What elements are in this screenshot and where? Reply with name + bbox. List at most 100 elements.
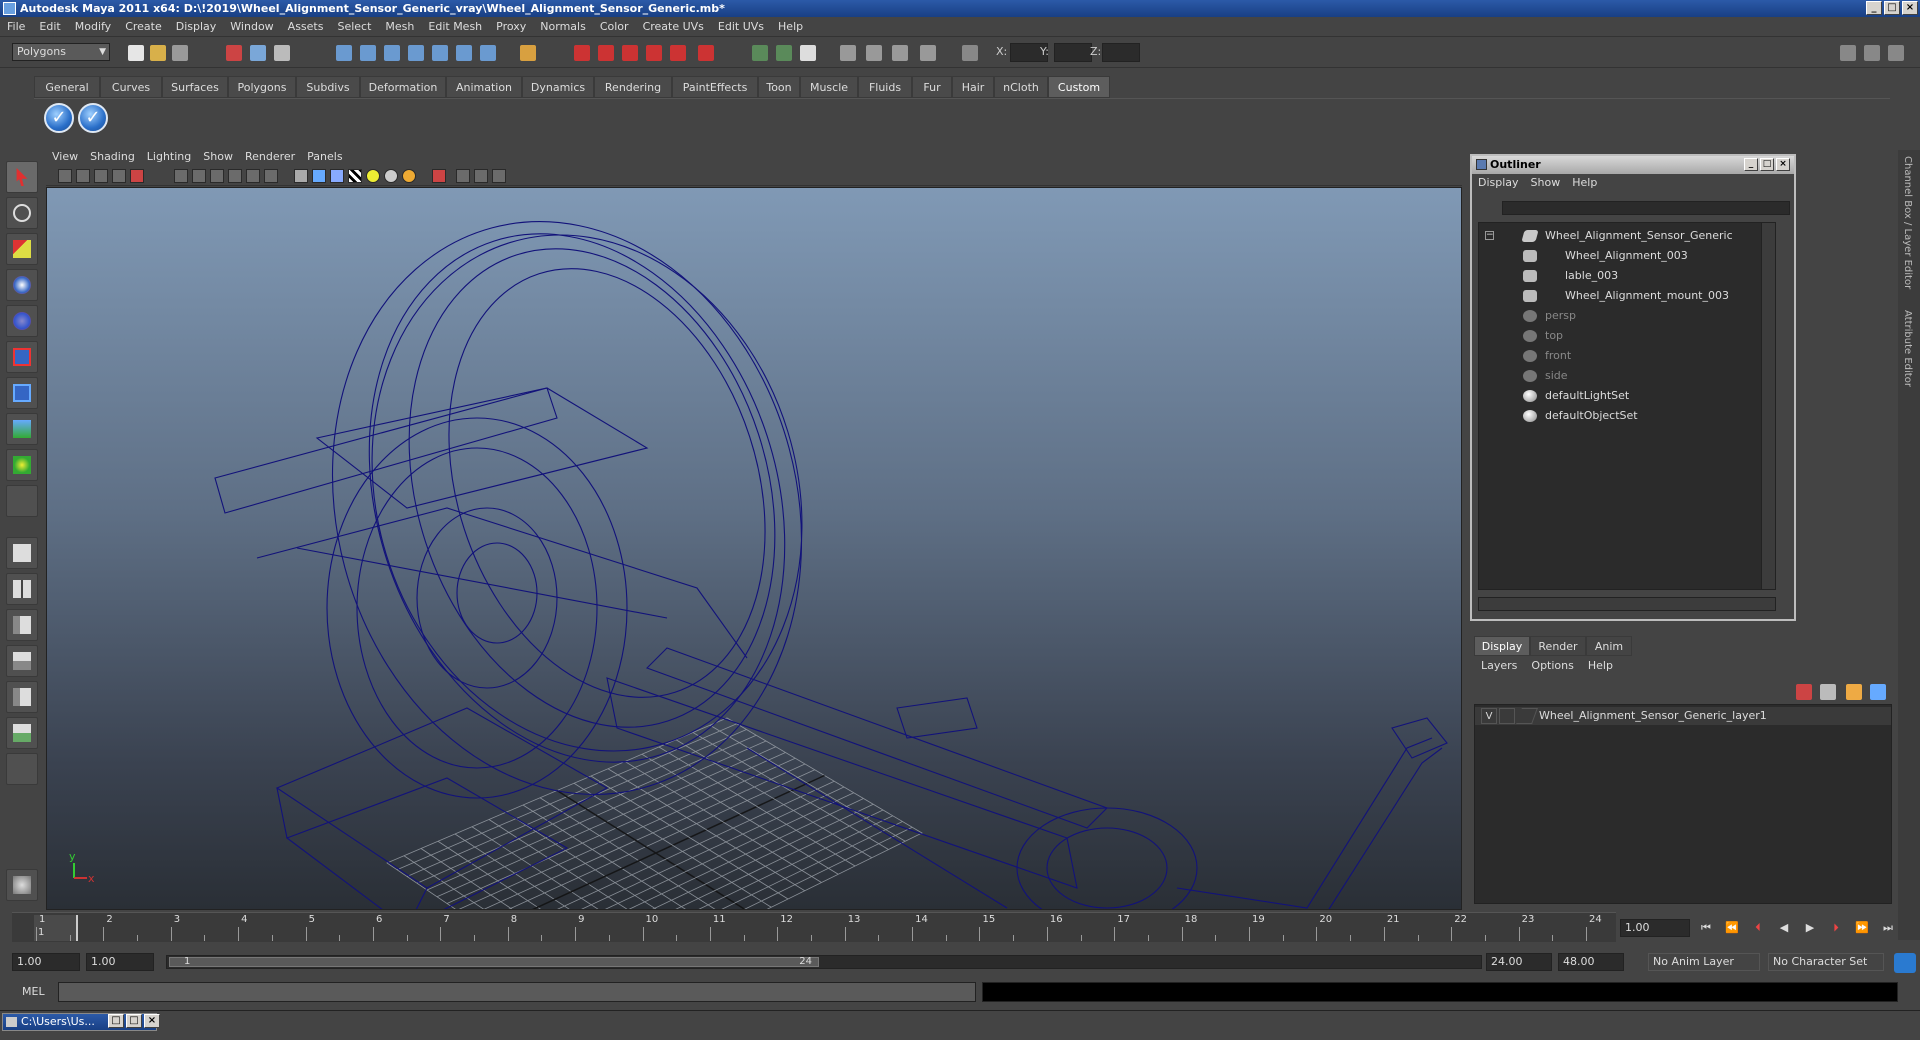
grid-toggle-icon[interactable] [130,169,144,183]
snap-point-icon[interactable] [384,45,400,61]
select-component-icon[interactable] [274,45,290,61]
outliner-item[interactable]: Wheel_Alignment_003 [1479,247,1749,265]
all-lights-icon[interactable] [384,169,398,183]
layout-graph-editor[interactable] [6,645,38,677]
shelf-tab-toon[interactable]: Toon [758,76,800,98]
channel-box-tab[interactable]: Channel Box / Layer Editor [1902,156,1913,289]
layer-tab-display[interactable]: Display [1474,636,1530,656]
resolution-gate-icon[interactable] [192,169,206,183]
shelf-tab-fluids[interactable]: Fluids [858,76,912,98]
shadows-icon[interactable] [402,169,416,183]
custom-shelf-checkmark-button-1[interactable]: ✓ [44,103,74,133]
menu-mesh[interactable]: Mesh [378,17,421,37]
shelf-tab-surfaces[interactable]: Surfaces [162,76,228,98]
modeling-toolkit-icon[interactable] [920,45,936,61]
viewport-menu-view[interactable]: View [46,148,84,166]
soft-modification-tool[interactable] [6,413,38,445]
custom-shelf-checkmark-button-2[interactable]: ✓ [78,103,108,133]
select-hierarchy-icon[interactable] [226,45,242,61]
image-plane-icon[interactable] [112,169,126,183]
shelf-tab-hair[interactable]: Hair [952,76,994,98]
wheel-alignment-sensor-wireframe[interactable] [214,188,1448,910]
range-slider-thumb[interactable]: 1 24 [169,956,819,967]
bookmark-icon[interactable] [94,169,108,183]
outliner-item[interactable]: persp [1479,307,1749,325]
layer-editor-toggle-icon[interactable] [892,45,908,61]
menu-set-dropdown[interactable]: Polygons ▼ [12,43,110,61]
construction-icon[interactable] [480,45,496,61]
new-scene-icon[interactable] [128,45,144,61]
animation-start-field[interactable]: 1.00 [12,953,80,971]
wireframe-on-shaded-icon[interactable] [330,169,344,183]
play-forwards-button[interactable]: ▶ [1800,920,1820,936]
new-empty-layer-icon[interactable] [1820,684,1836,700]
step-forward-frame-button[interactable]: ⏩ [1852,920,1872,936]
script-editor-button[interactable] [6,869,38,901]
move-tool[interactable] [6,269,38,301]
last-tool-used[interactable] [6,485,38,517]
ipr-render-icon[interactable] [598,45,614,61]
shelf-tab-curves[interactable]: Curves [100,76,162,98]
paint-select-tool[interactable] [6,233,38,265]
safe-title-icon[interactable] [264,169,278,183]
move-up-layer-icon[interactable] [1846,684,1862,700]
layout-dope-sheet[interactable] [6,717,38,749]
menu-edit-mesh[interactable]: Edit Mesh [421,17,489,37]
viewport-menu-renderer[interactable]: Renderer [239,148,301,166]
layer-color-swatch[interactable] [1516,708,1538,724]
outliner-minimize-button[interactable]: _ [1744,158,1758,171]
viewport-menu-lighting[interactable]: Lighting [141,148,197,166]
scale-tool[interactable] [6,341,38,373]
menu-file[interactable]: File [0,17,32,37]
shelf-tab-ncloth[interactable]: nCloth [994,76,1048,98]
viewport-menu-show[interactable]: Show [197,148,239,166]
shelf-tab-dynamics[interactable]: Dynamics [522,76,594,98]
layout-outliner-persp[interactable] [6,609,38,641]
menu-normals[interactable]: Normals [533,17,593,37]
select-camera-icon[interactable] [58,169,72,183]
layout-four-view[interactable] [6,573,38,605]
show-channel-box-icon[interactable] [1888,45,1904,61]
perspective-viewport[interactable]: y x [46,187,1462,910]
layer-menu-layers[interactable]: Layers [1474,657,1524,675]
universal-manipulator-tool[interactable] [6,377,38,409]
menu-help[interactable]: Help [771,17,810,37]
preferences-icon[interactable] [1894,953,1916,973]
layer-name[interactable]: Wheel_Alignment_Sensor_Generic_layer1 [1539,707,1767,725]
go-to-start-button[interactable]: ⏮ [1696,920,1716,936]
outliner-item[interactable]: defaultLightSet [1479,387,1749,405]
collapse-toggle-icon[interactable]: − [1485,231,1494,240]
menu-create[interactable]: Create [118,17,169,37]
anim-layer-dropdown[interactable]: No Anim Layer [1648,953,1760,971]
outliner-maximize-button[interactable]: □ [1760,158,1774,171]
shelf-tab-subdivs[interactable]: Subdivs [296,76,360,98]
minimize-button[interactable]: _ [1866,1,1882,15]
xray-icon[interactable] [456,169,470,183]
move-down-layer-icon[interactable] [1870,684,1886,700]
outliner-item[interactable]: front [1479,347,1749,365]
maximize-minimized-button[interactable]: □ [126,1014,142,1028]
layer-menu-help[interactable]: Help [1581,657,1620,675]
menu-edit[interactable]: Edit [32,17,67,37]
gate-mask-icon[interactable] [210,169,224,183]
shelf-tab-custom[interactable]: Custom [1048,76,1110,98]
maximize-button[interactable]: □ [1884,1,1900,15]
close-button[interactable]: × [1902,1,1918,15]
outliner-menu-display[interactable]: Display [1472,174,1525,192]
smooth-shading-icon[interactable] [312,169,326,183]
snap-plane-icon[interactable] [408,45,424,61]
hypershade-icon[interactable] [646,45,662,61]
save-scene-icon[interactable] [172,45,188,61]
snap-grid-icon[interactable] [336,45,352,61]
transform-mode-icon[interactable] [962,45,978,61]
layout-single-perspective[interactable] [6,537,38,569]
panel-layout-2-icon[interactable] [776,45,792,61]
outliner-filter-field[interactable] [1502,201,1790,215]
channel-box-toggle-icon[interactable] [866,45,882,61]
play-backwards-button[interactable]: ◀ [1774,920,1794,936]
layout-more[interactable] [6,753,38,785]
history-icon[interactable] [456,45,472,61]
step-back-frame-button[interactable]: ⏪ [1722,920,1742,936]
render-view-icon[interactable] [670,45,686,61]
outliner-menu-help[interactable]: Help [1566,174,1603,192]
